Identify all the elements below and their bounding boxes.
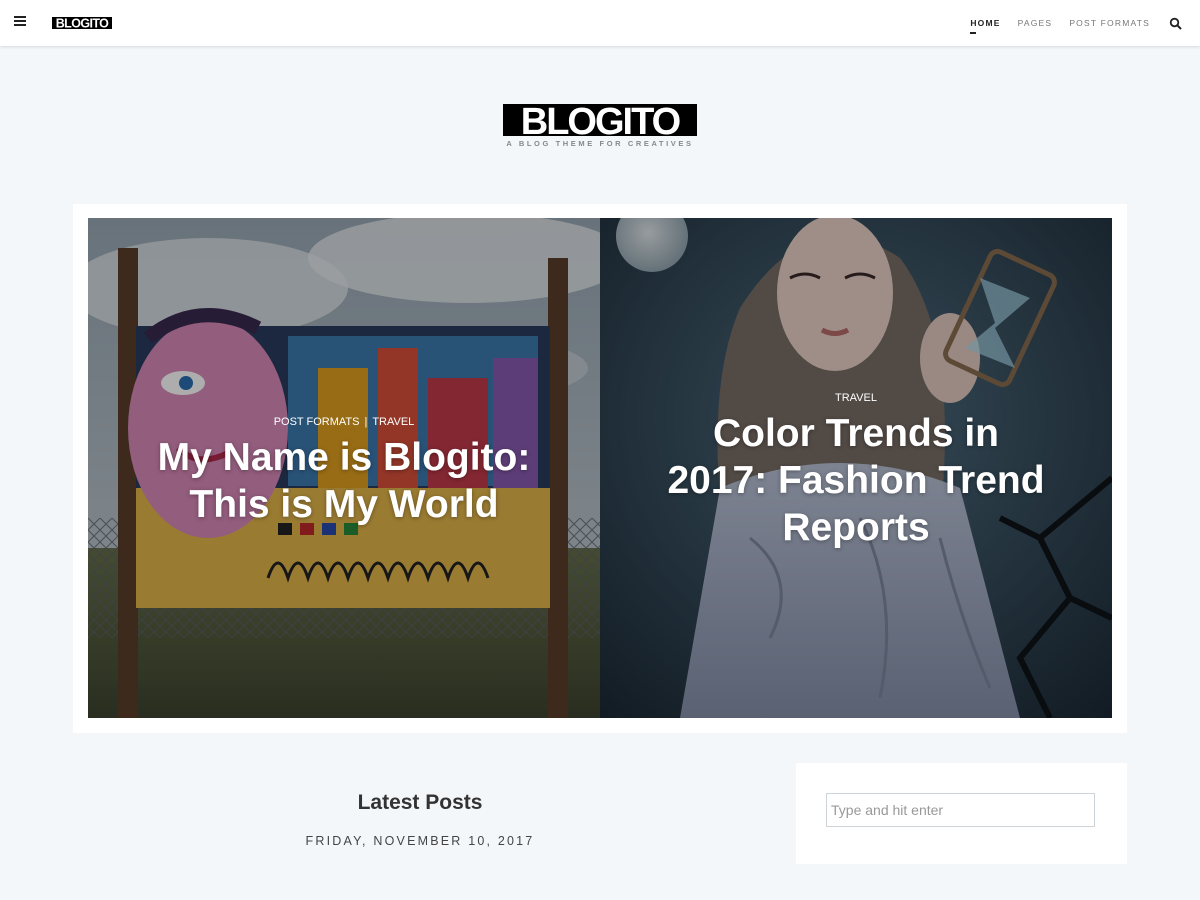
post-title-line: Color Trends in <box>712 412 1000 455</box>
svg-text:BLOGITO: BLOGITO <box>56 17 109 31</box>
sidebar-search-widget <box>796 763 1127 864</box>
category-link-post-formats[interactable]: POST FORMATS <box>274 416 360 428</box>
nav-item-home[interactable]: HOME <box>970 18 1000 34</box>
post-title[interactable]: My Name is Blogito: This is My World <box>128 434 560 528</box>
category-separator: | <box>364 416 368 428</box>
main-navigation: HOME PAGES POST FORMATS <box>953 0 1150 46</box>
nav-item-pages[interactable]: PAGES <box>1018 18 1053 28</box>
category-link-travel[interactable]: TRAVEL <box>372 416 414 428</box>
post-date: FRIDAY, NOVEMBER 10, 2017 <box>305 834 535 848</box>
post-title[interactable]: Color Trends in 2017: Fashion Trend Repo… <box>640 410 1072 551</box>
hamburger-menu-icon[interactable] <box>14 16 28 30</box>
search-input[interactable] <box>826 793 1095 827</box>
post-title-line: My Name is Blogito: <box>157 436 531 479</box>
post-categories: TRAVEL <box>600 392 1112 404</box>
site-title: BLOGITO <box>521 102 680 138</box>
site-branding[interactable]: BLOGITO A BLOG THEME FOR CREATIVES <box>503 102 697 150</box>
post-title-line: This is My World <box>189 483 499 526</box>
header-logo[interactable]: BLOGITO <box>52 16 112 31</box>
nav-item-post-formats[interactable]: POST FORMATS <box>1069 18 1150 28</box>
site-tagline: A BLOG THEME FOR CREATIVES <box>506 139 694 148</box>
post-title-line: 2017: Fashion Trend <box>667 459 1045 502</box>
post-categories: POST FORMATS | TRAVEL <box>88 416 600 428</box>
site-logo: BLOGITO <box>503 102 697 138</box>
featured-posts: POST FORMATS | TRAVEL My Name is Blogito: … <box>73 204 1127 733</box>
search-icon[interactable] <box>1169 17 1183 31</box>
latest-posts-heading: Latest Posts <box>357 791 483 814</box>
top-bar: BLOGITO HOME PAGES POST FORMATS <box>0 0 1200 46</box>
featured-post-2[interactable]: TRAVEL Color Trends in 2017: Fashion Tre… <box>600 218 1112 718</box>
category-link-travel[interactable]: TRAVEL <box>835 392 877 404</box>
featured-post-1[interactable]: POST FORMATS | TRAVEL My Name is Blogito: … <box>88 218 600 718</box>
post-title-line: Reports <box>782 506 930 549</box>
